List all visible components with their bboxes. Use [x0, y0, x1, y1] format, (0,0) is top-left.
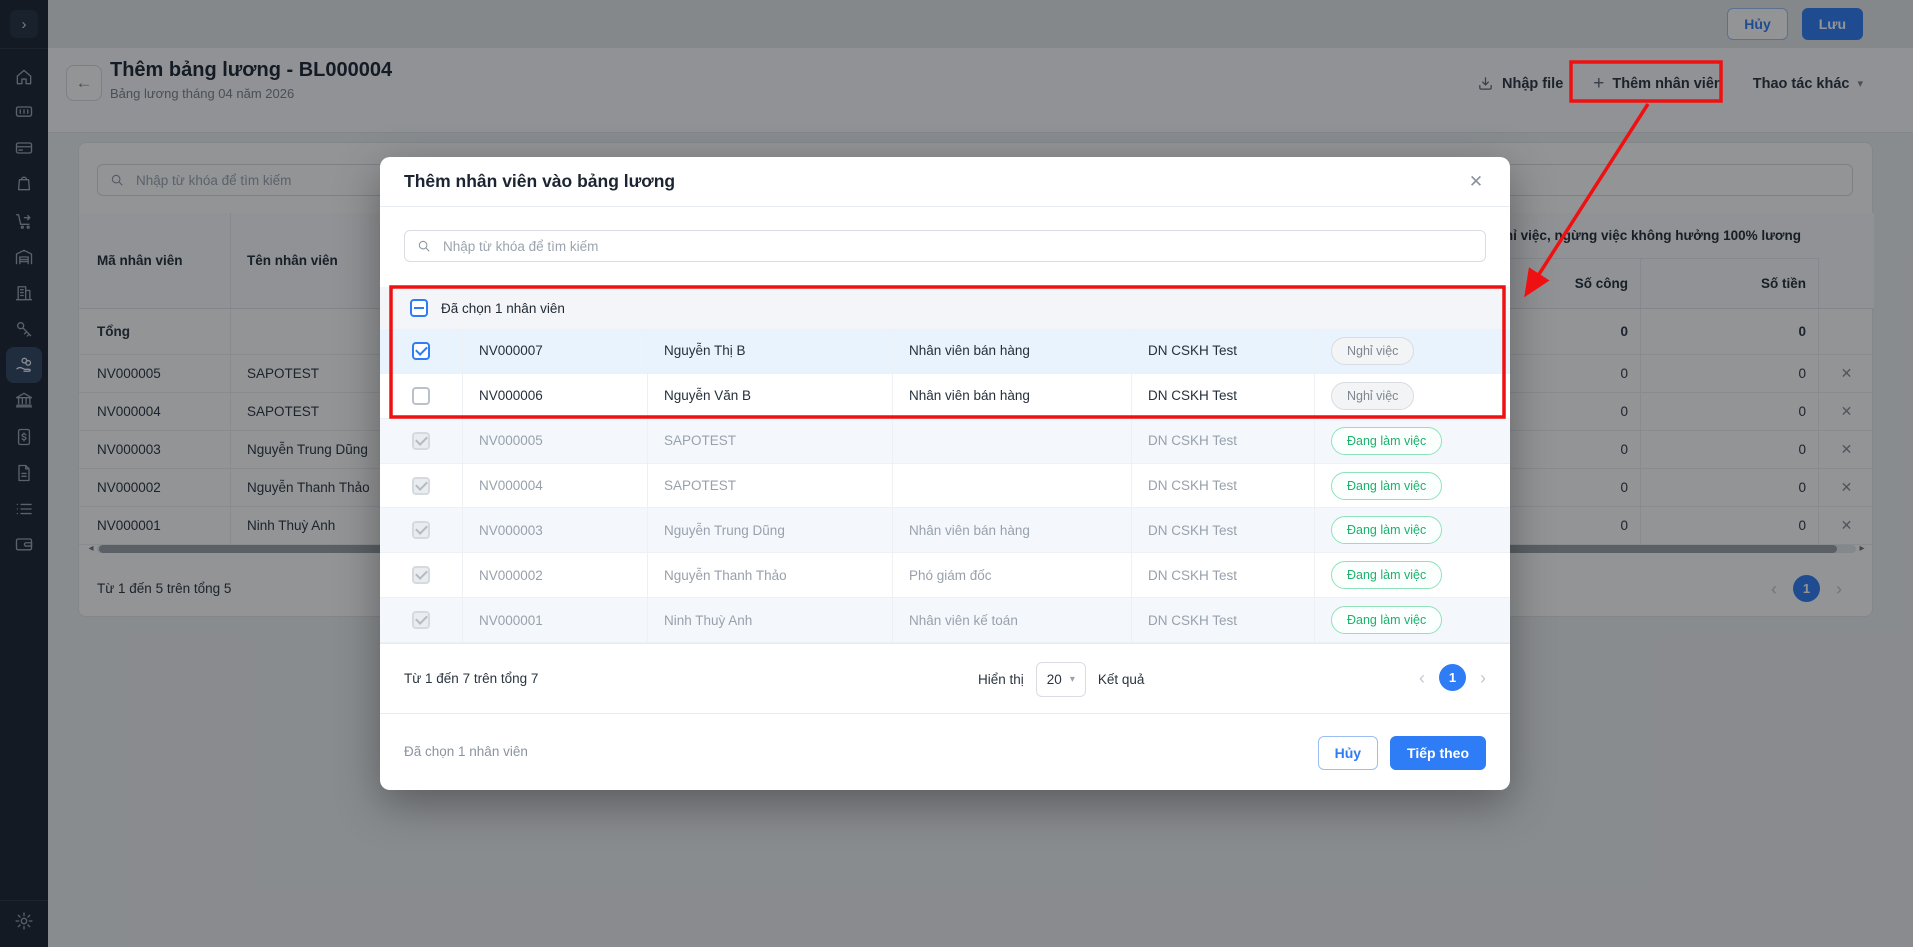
modal-employee-row[interactable]: NV000006 Nguyễn Văn B Nhân viên bán hàng…	[380, 374, 1510, 419]
employee-code: NV000005	[463, 419, 648, 463]
employee-position: Nhân viên bán hàng	[893, 508, 1132, 552]
modal-pagination-row: Từ 1 đến 7 trên tổng 7 Hiển thị 20 ▾ Kết…	[380, 643, 1510, 713]
next-button[interactable]: Tiếp theo	[1390, 736, 1486, 770]
status-badge: Đang làm việc	[1331, 516, 1442, 544]
employee-name: Nguyễn Thanh Thảo	[648, 553, 893, 597]
search-icon	[417, 239, 431, 253]
employee-name: Nguyễn Trung Dũng	[648, 508, 893, 552]
selection-count-label: Đã chọn 1 nhân viên	[441, 301, 565, 316]
modal-table-summary: Từ 1 đến 7 trên tổng 7	[404, 671, 538, 686]
row-checkbox[interactable]	[412, 611, 430, 629]
employee-department: DN CSKH Test	[1132, 419, 1315, 463]
employee-name: Ninh Thuỳ Anh	[648, 598, 893, 642]
modal-title: Thêm nhân viên vào bảng lương	[404, 171, 675, 192]
employee-department: DN CSKH Test	[1132, 374, 1315, 418]
status-badge: Nghỉ việc	[1331, 337, 1414, 365]
employee-code: NV000001	[463, 598, 648, 642]
row-checkbox[interactable]	[412, 477, 430, 495]
employee-department: DN CSKH Test	[1132, 464, 1315, 508]
modal-search[interactable]	[404, 230, 1486, 262]
row-checkbox[interactable]	[412, 342, 430, 360]
row-checkbox[interactable]	[412, 566, 430, 584]
modal-search-input[interactable]	[441, 238, 1473, 255]
per-page-label: Hiển thị	[978, 672, 1024, 687]
selected-summary: Đã chọn 1 nhân viên	[404, 744, 528, 759]
per-page-control: Hiển thị 20 ▾ Kết quả	[978, 662, 1144, 697]
employee-department: DN CSKH Test	[1132, 553, 1315, 597]
employee-position: Phó giám đốc	[893, 553, 1132, 597]
employee-name: Nguyễn Văn B	[648, 374, 893, 418]
status-badge: Đang làm việc	[1331, 472, 1442, 500]
row-checkbox[interactable]	[412, 521, 430, 539]
modal-employee-row[interactable]: NV000002 Nguyễn Thanh Thảo Phó giám đốc …	[380, 553, 1510, 598]
row-checkbox[interactable]	[412, 432, 430, 450]
close-icon[interactable]: ✕	[1464, 170, 1488, 194]
status-badge: Đang làm việc	[1331, 561, 1442, 589]
modal-employee-row[interactable]: NV000003 Nguyễn Trung Dũng Nhân viên bán…	[380, 508, 1510, 553]
app-root: › Hủy	[0, 0, 1913, 947]
modal-footer: Đã chọn 1 nhân viên Hủy Tiếp theo	[380, 713, 1510, 790]
per-page-suffix: Kết quả	[1098, 672, 1145, 687]
select-all-checkbox[interactable]	[410, 299, 428, 317]
employee-department: DN CSKH Test	[1132, 598, 1315, 642]
status-badge: Nghỉ việc	[1331, 382, 1414, 410]
page-number[interactable]: 1	[1439, 664, 1466, 691]
status-badge: Đang làm việc	[1331, 427, 1442, 455]
status-badge: Đang làm việc	[1331, 606, 1442, 634]
employee-position	[893, 464, 1132, 508]
employee-position: Nhân viên bán hàng	[893, 374, 1132, 418]
employee-position: Nhân viên bán hàng	[893, 329, 1132, 373]
employee-department: DN CSKH Test	[1132, 329, 1315, 373]
employee-code: NV000002	[463, 553, 648, 597]
selection-header-row: Đã chọn 1 nhân viên	[380, 287, 1510, 329]
modal-titlebar: Thêm nhân viên vào bảng lương ✕	[380, 157, 1510, 207]
page-next-icon[interactable]: ›	[1480, 669, 1486, 687]
modal-cancel-button[interactable]: Hủy	[1318, 736, 1378, 770]
modal-employee-row[interactable]: NV000001 Ninh Thuỳ Anh Nhân viên kế toán…	[380, 598, 1510, 643]
modal-employee-table: Đã chọn 1 nhân viên NV000007 Nguyễn Thị …	[380, 287, 1510, 643]
employee-code: NV000003	[463, 508, 648, 552]
employee-position: Nhân viên kế toán	[893, 598, 1132, 642]
employee-department: DN CSKH Test	[1132, 508, 1315, 552]
modal-pagination: ‹ 1 ›	[1419, 664, 1486, 691]
modal-employee-row[interactable]: NV000004 SAPOTEST DN CSKH Test Đang làm …	[380, 464, 1510, 509]
employee-name: Nguyễn Thị B	[648, 329, 893, 373]
employee-name: SAPOTEST	[648, 419, 893, 463]
employee-position	[893, 419, 1132, 463]
modal-employee-row[interactable]: NV000005 SAPOTEST DN CSKH Test Đang làm …	[380, 419, 1510, 464]
employee-name: SAPOTEST	[648, 464, 893, 508]
modal-employee-row[interactable]: NV000007 Nguyễn Thị B Nhân viên bán hàng…	[380, 329, 1510, 374]
page-prev-icon[interactable]: ‹	[1419, 669, 1425, 687]
employee-code: NV000004	[463, 464, 648, 508]
row-checkbox[interactable]	[412, 387, 430, 405]
employee-code: NV000007	[463, 329, 648, 373]
employee-code: NV000006	[463, 374, 648, 418]
add-employee-modal: Thêm nhân viên vào bảng lương ✕ Đã chọn …	[380, 157, 1510, 790]
chevron-down-icon: ▾	[1070, 674, 1075, 685]
per-page-select[interactable]: 20 ▾	[1036, 662, 1086, 697]
